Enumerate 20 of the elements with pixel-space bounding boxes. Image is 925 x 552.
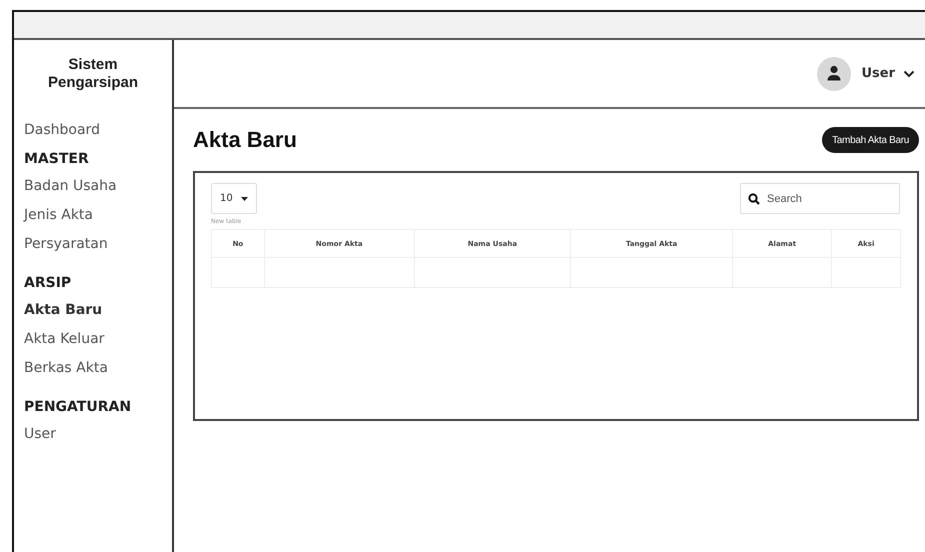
add-button[interactable]: Tambah Akta Baru (822, 127, 919, 153)
sidebar-item[interactable]: Berkas Akta (14, 358, 118, 378)
sidebar-heading: MASTER (23, 150, 90, 169)
sidebar-item[interactable]: Akta Keluar (14, 329, 114, 349)
app-title: Sistem Pengarsipan (46, 55, 140, 93)
sidebar-heading: ARSIP (23, 274, 72, 293)
sidebar-item[interactable]: Dashboard (14, 120, 110, 140)
avatar-icon[interactable] (817, 56, 852, 90)
search-field[interactable]: Search (740, 183, 900, 214)
caret-icon (240, 196, 248, 200)
page-size-select[interactable]: 10 (211, 183, 257, 214)
sidebar-item[interactable]: Persyaratan (14, 234, 118, 254)
chevron-down-icon (903, 70, 915, 78)
user-menu-button[interactable]: User (861, 66, 915, 81)
sidebar-heading: PENGATURAN (23, 398, 132, 417)
sidebar-item[interactable]: User (14, 424, 66, 444)
sidebar-item[interactable]: Akta Baru (14, 300, 112, 320)
sidebar-item[interactable]: Jenis Akta (14, 205, 104, 225)
sidebar-item[interactable]: Badan Usaha (14, 176, 127, 196)
page-title: Akta Baru (193, 127, 297, 153)
